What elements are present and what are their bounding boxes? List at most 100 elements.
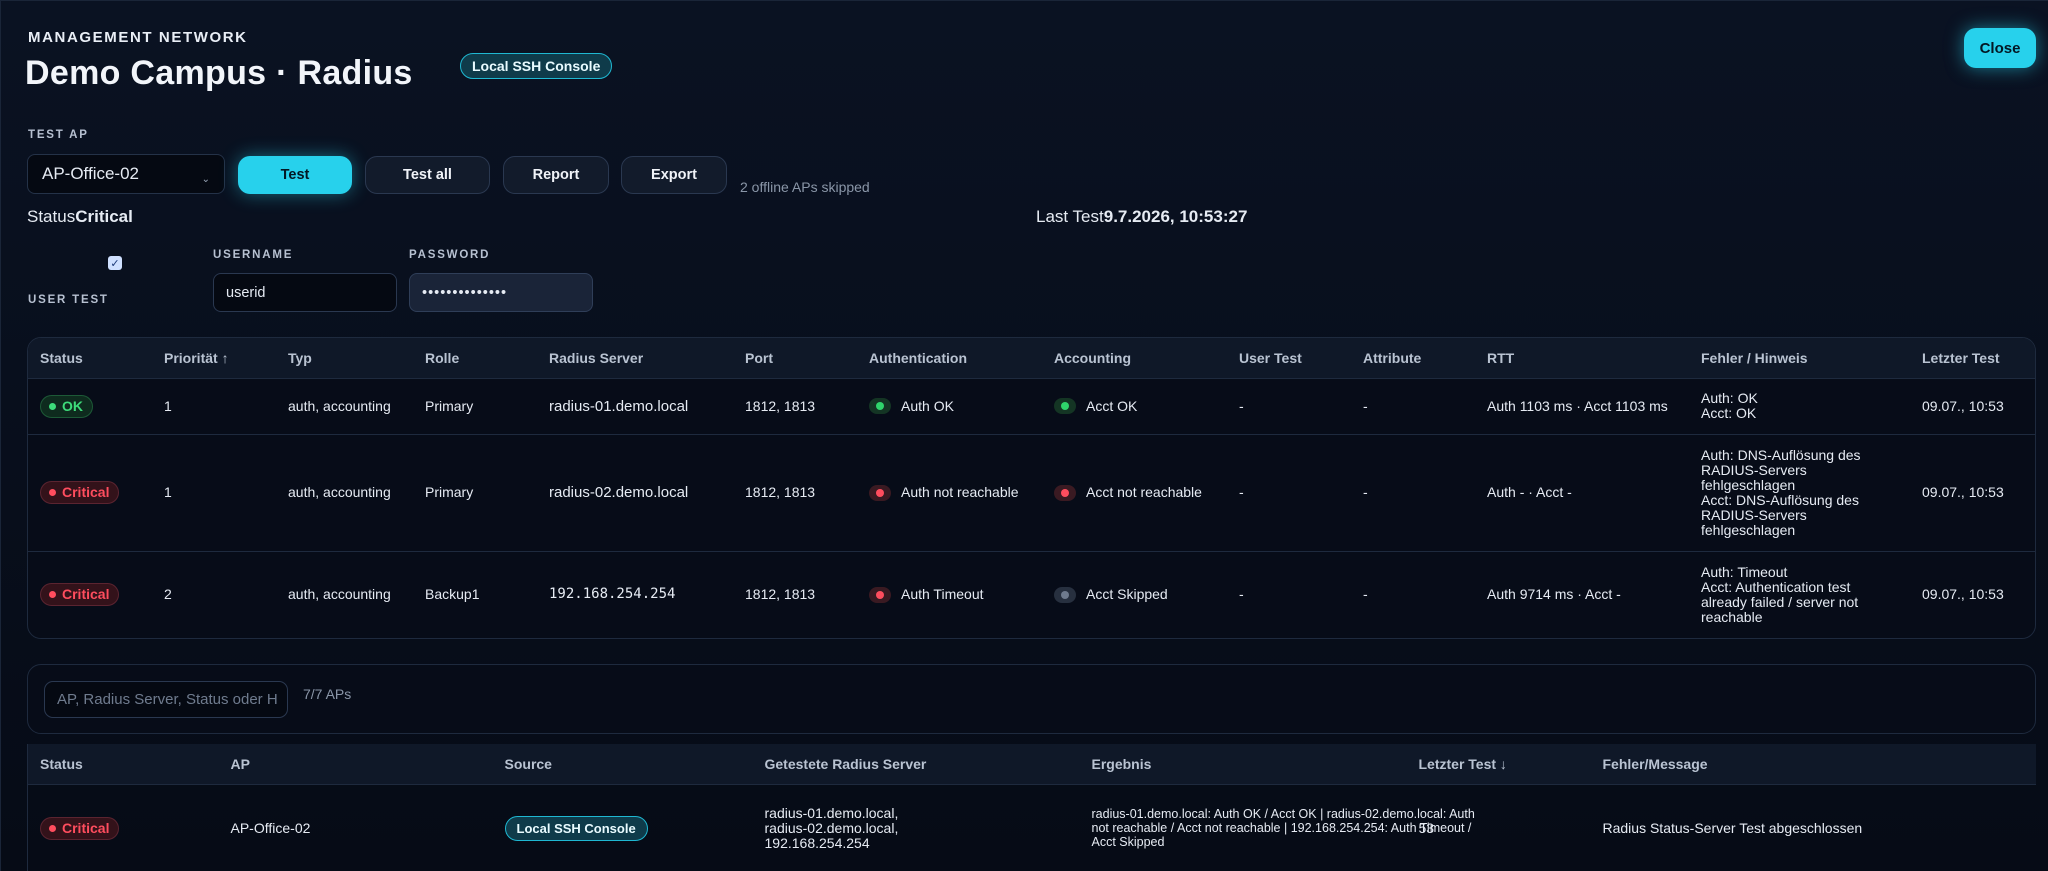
ap-results-table: Status AP Source Getestete Radius Server…	[27, 744, 2036, 871]
skipped-note: 2 offline APs skipped	[740, 179, 870, 195]
col-ap[interactable]: AP	[218, 744, 493, 785]
last-test-cell: 09.07., 10:53	[1910, 378, 2035, 435]
report-button[interactable]: Report	[503, 156, 609, 194]
test-all-button[interactable]: Test all	[365, 156, 490, 194]
auth-indicator: Auth OK	[869, 398, 954, 414]
acct-indicator: Acct Skipped	[1054, 586, 1168, 603]
col-last-test[interactable]: Letzter Test	[1910, 338, 2035, 379]
status-dot-icon	[49, 591, 56, 599]
table-row[interactable]: OK 1 auth, accounting Primary radius-01.…	[28, 378, 2035, 435]
radius-servers-table: Status Priorität ↑ Typ Rolle Radius Serv…	[27, 337, 2036, 639]
last-test-cell: 09.07., 10:53	[1922, 586, 2004, 603]
status-dot-icon	[49, 402, 56, 410]
ap-search-input[interactable]: AP, Radius Server, Status oder H	[44, 681, 288, 718]
status-label: Status	[27, 207, 76, 226]
error-cell: Auth: Timeout Acct: Authentication test …	[1701, 563, 1859, 625]
col-role[interactable]: Rolle	[413, 338, 537, 379]
status-summary: StatusCritical	[27, 207, 133, 227]
role-cell: Backup1	[425, 586, 480, 603]
col-accounting[interactable]: Accounting	[1042, 338, 1227, 379]
status-dot-icon	[869, 398, 891, 414]
source-badge: Local SSH Console	[460, 53, 613, 79]
col-status[interactable]: Status	[28, 338, 152, 379]
result-cell: radius-01.demo.local: Auth OK / Acct OK …	[1091, 807, 1475, 850]
attribute-cell: -	[1363, 586, 1368, 603]
error-cell: Auth: OK Acct: OK	[1689, 378, 1910, 435]
section-eyebrow: MANAGEMENT NETWORK	[28, 29, 248, 46]
attribute-cell: -	[1351, 434, 1475, 552]
col-message[interactable]: Fehler/Message	[1590, 744, 2036, 785]
table-header-row: Status AP Source Getestete Radius Server…	[27, 744, 2036, 785]
status-badge: Critical	[40, 816, 120, 840]
auth-indicator: Auth Timeout	[869, 586, 984, 603]
status-badge: Critical	[40, 481, 120, 504]
username-label: USERNAME	[213, 249, 294, 261]
role-cell: Primary	[413, 378, 537, 435]
attribute-cell: -	[1351, 378, 1475, 435]
status-badge: OK	[40, 394, 93, 418]
last-test-value: 9.7.2026, 10:53:27	[1103, 207, 1248, 226]
acct-indicator: Acct not reachable	[1054, 484, 1202, 501]
col-last-test[interactable]: Letzter Test ↓	[1406, 744, 1591, 785]
status-dot-icon	[1054, 398, 1076, 414]
status-dot-icon	[49, 489, 56, 496]
page-title: Demo Campus · Radius	[25, 54, 413, 92]
priority-cell: 1	[152, 378, 276, 435]
col-error[interactable]: Fehler / Hinweis	[1689, 338, 1910, 379]
ap-count: 7/7 APs	[303, 686, 352, 702]
ap-select-value: AP-Office-02	[42, 164, 140, 183]
test-button[interactable]: Test	[238, 156, 352, 194]
server-cell: radius-01.demo.local	[537, 378, 733, 435]
col-user-test[interactable]: User Test	[1227, 338, 1351, 379]
radius-panel: MANAGEMENT NETWORK Demo Campus · Radius …	[0, 0, 2048, 871]
status-dot-icon	[869, 484, 891, 501]
user-test-cell: -	[1227, 434, 1351, 552]
password-label: PASSWORD	[409, 249, 491, 261]
last-test-summary: Last Test9.7.2026, 10:53:27	[1036, 207, 1247, 227]
rtt-cell: Auth 9714 ms · Acct -	[1487, 586, 1621, 603]
server-cell: radius-02.demo.local	[537, 434, 733, 552]
auth-indicator: Auth not reachable	[869, 484, 1019, 501]
col-source[interactable]: Source	[492, 744, 753, 785]
priority-cell: 2	[164, 586, 172, 603]
table-row[interactable]: Critical 1 auth, accounting Primary radi…	[28, 434, 2035, 552]
col-tested-servers[interactable]: Getestete Radius Server	[752, 744, 1080, 785]
table-row[interactable]: Critical 2 auth, accounting Backup1 192.…	[28, 551, 2035, 638]
table-row[interactable]: Critical AP-Office-02 Local SSH Console …	[28, 784, 2037, 871]
tested-servers-cell: radius-01.demo.local, radius-02.demo.loc…	[764, 804, 899, 851]
col-rtt[interactable]: RTT	[1475, 338, 1689, 379]
col-attribute[interactable]: Attribute	[1351, 338, 1475, 379]
user-test-cell: -	[1227, 378, 1351, 435]
table-header-row: Status Priorität ↑ Typ Rolle Radius Serv…	[28, 338, 2035, 379]
source-badge: Local SSH Console	[504, 815, 648, 841]
rtt-cell: Auth 1103 ms · Acct 1103 ms	[1475, 378, 1689, 435]
port-cell: 1812, 1813	[733, 434, 857, 552]
role-cell: Primary	[413, 434, 537, 552]
user-test-checkbox[interactable]: ✓	[108, 256, 122, 270]
last-test-cell: 09.07., 10:53	[1910, 434, 2035, 552]
last-test-label: Last Test	[1036, 207, 1104, 226]
username-input[interactable]: userid	[213, 273, 397, 312]
col-radius-server[interactable]: Radius Server	[537, 338, 733, 379]
col-type[interactable]: Typ	[276, 338, 413, 379]
close-button[interactable]: Close	[1964, 28, 2036, 68]
acct-indicator: Acct OK	[1054, 398, 1137, 414]
rtt-cell: Auth - · Acct -	[1475, 434, 1689, 552]
ap-select[interactable]: AP-Office-02 ⌄	[27, 154, 225, 194]
priority-cell: 1	[152, 434, 276, 552]
type-cell: auth, accounting	[288, 586, 391, 603]
col-status[interactable]: Status	[27, 744, 219, 785]
test-ap-label: TEST AP	[28, 129, 89, 141]
password-input[interactable]: ••••••••••••••	[409, 273, 593, 312]
error-cell: Auth: DNS-Auflösung des RADIUS-Servers f…	[1689, 434, 1910, 552]
type-cell: auth, accounting	[276, 434, 413, 552]
col-result[interactable]: Ergebnis	[1079, 744, 1407, 785]
col-port[interactable]: Port	[733, 338, 857, 379]
export-button[interactable]: Export	[621, 156, 727, 194]
status-badge: Critical	[40, 583, 120, 607]
col-authentication[interactable]: Authentication	[857, 338, 1042, 379]
type-cell: auth, accounting	[276, 378, 413, 435]
col-priority[interactable]: Priorität ↑	[152, 338, 276, 379]
message-cell: Radius Status-Server Test abgeschlossen	[1602, 819, 1863, 836]
chevron-down-icon: ⌄	[201, 173, 210, 185]
